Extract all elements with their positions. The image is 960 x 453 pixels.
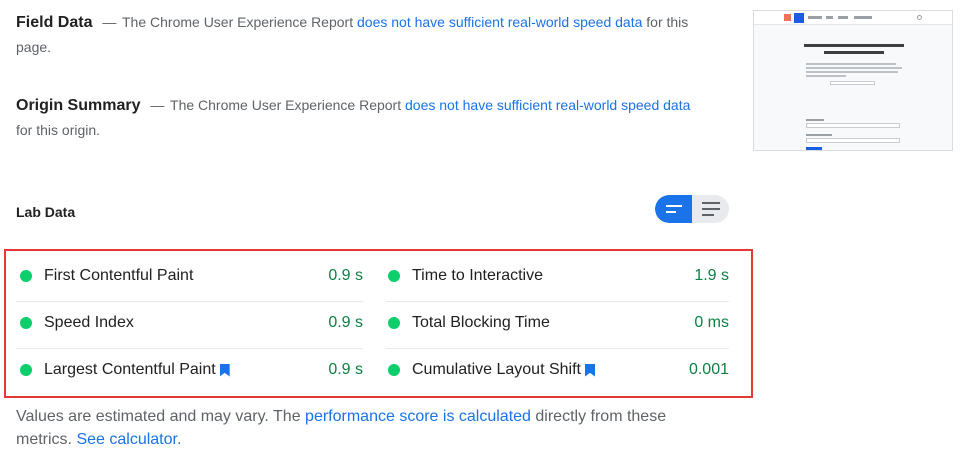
origin-summary-dash: — [150,97,165,113]
thumbnail-input [830,81,875,85]
metric-value: 1.9 s [694,267,729,284]
metric-value: 0 ms [694,314,729,331]
disclaimer-text: Values are estimated and may vary. The [16,408,301,425]
lab-data-title: Lab Data [16,204,76,220]
origin-summary-line: Origin Summary — The Chrome User Experie… [16,93,696,143]
metric-value: 0.001 [688,361,729,378]
summary-view-icon [665,205,682,213]
field-data-dash: — [102,14,117,30]
summary-view-button[interactable] [655,195,692,223]
metric-label: Cumulative Layout Shift [412,361,581,378]
thumbnail-text [806,63,896,65]
metric-value: 0.9 s [328,267,363,284]
origin-summary-section: Origin Summary — The Chrome User Experie… [16,93,696,143]
origin-summary-link[interactable]: does not have sufficient real-world spee… [405,97,690,113]
field-data-title: Field Data [16,14,93,31]
thumbnail-label [806,119,824,121]
pass-status-icon [20,317,32,329]
field-data-line: Field Data — The Chrome User Experience … [16,10,696,60]
thumbnail-heading [804,44,904,47]
metric-speed-index: Speed Index 0.9 s [20,300,363,346]
thumbnail-label [806,134,832,136]
pass-status-icon [20,364,32,376]
metric-first-contentful-paint: First Contentful Paint 0.9 s [20,253,363,299]
thumbnail-input [806,138,900,143]
metric-time-to-interactive: Time to Interactive 1.9 s [388,253,729,299]
thumbnail-navbar [754,11,952,25]
pass-status-icon [20,270,32,282]
thumbnail-nav-link [854,16,872,19]
bookmark-icon[interactable] [584,363,595,377]
origin-summary-text-after: for this origin. [16,122,101,138]
pass-status-icon [388,317,400,329]
metrics-disclaimer: Values are estimated and may vary. The p… [16,405,696,451]
pass-status-icon [388,270,400,282]
metric-largest-contentful-paint: Largest Contentful Paint 0.9 s [20,347,363,393]
thumbnail-active-nav [794,13,804,23]
thumbnail-text [806,67,902,69]
metric-label: Speed Index [44,314,134,331]
metric-label: Largest Contentful Paint [44,361,216,378]
origin-summary-text: The Chrome User Experience Report [170,97,402,113]
thumbnail-nav-link [826,16,833,19]
metric-label: Total Blocking Time [412,314,550,331]
thumbnail-button [806,147,822,150]
thumbnail-heading [824,51,884,54]
thumbnail-search-icon [917,15,922,20]
metric-total-blocking-time: Total Blocking Time 0 ms [388,300,729,346]
performance-score-link[interactable]: performance score is calculated [305,408,531,425]
metrics-view-toggle[interactable] [655,195,729,223]
thumbnail-input [806,123,900,128]
list-view-icon [701,202,720,216]
thumbnail-nav-link [838,16,848,19]
field-data-section: Field Data — The Chrome User Experience … [16,10,696,60]
thumbnail-logo-icon [784,14,791,21]
page-screenshot-thumbnail [753,10,953,151]
field-data-text: The Chrome User Experience Report [122,14,354,30]
origin-summary-title: Origin Summary [16,97,141,114]
metric-label: Time to Interactive [412,267,544,284]
list-view-button[interactable] [692,195,729,223]
thumbnail-text [806,71,898,73]
field-data-link[interactable]: does not have sufficient real-world spee… [357,14,642,30]
pass-status-icon [388,364,400,376]
metric-label: First Contentful Paint [44,267,194,284]
thumbnail-text [806,75,846,77]
metric-value: 0.9 s [328,361,363,378]
metric-cumulative-layout-shift: Cumulative Layout Shift 0.001 [388,347,729,393]
bookmark-icon[interactable] [219,363,230,377]
see-calculator-link[interactable]: See calculator. [76,431,181,448]
metric-value: 0.9 s [328,314,363,331]
thumbnail-nav-link [808,16,822,19]
